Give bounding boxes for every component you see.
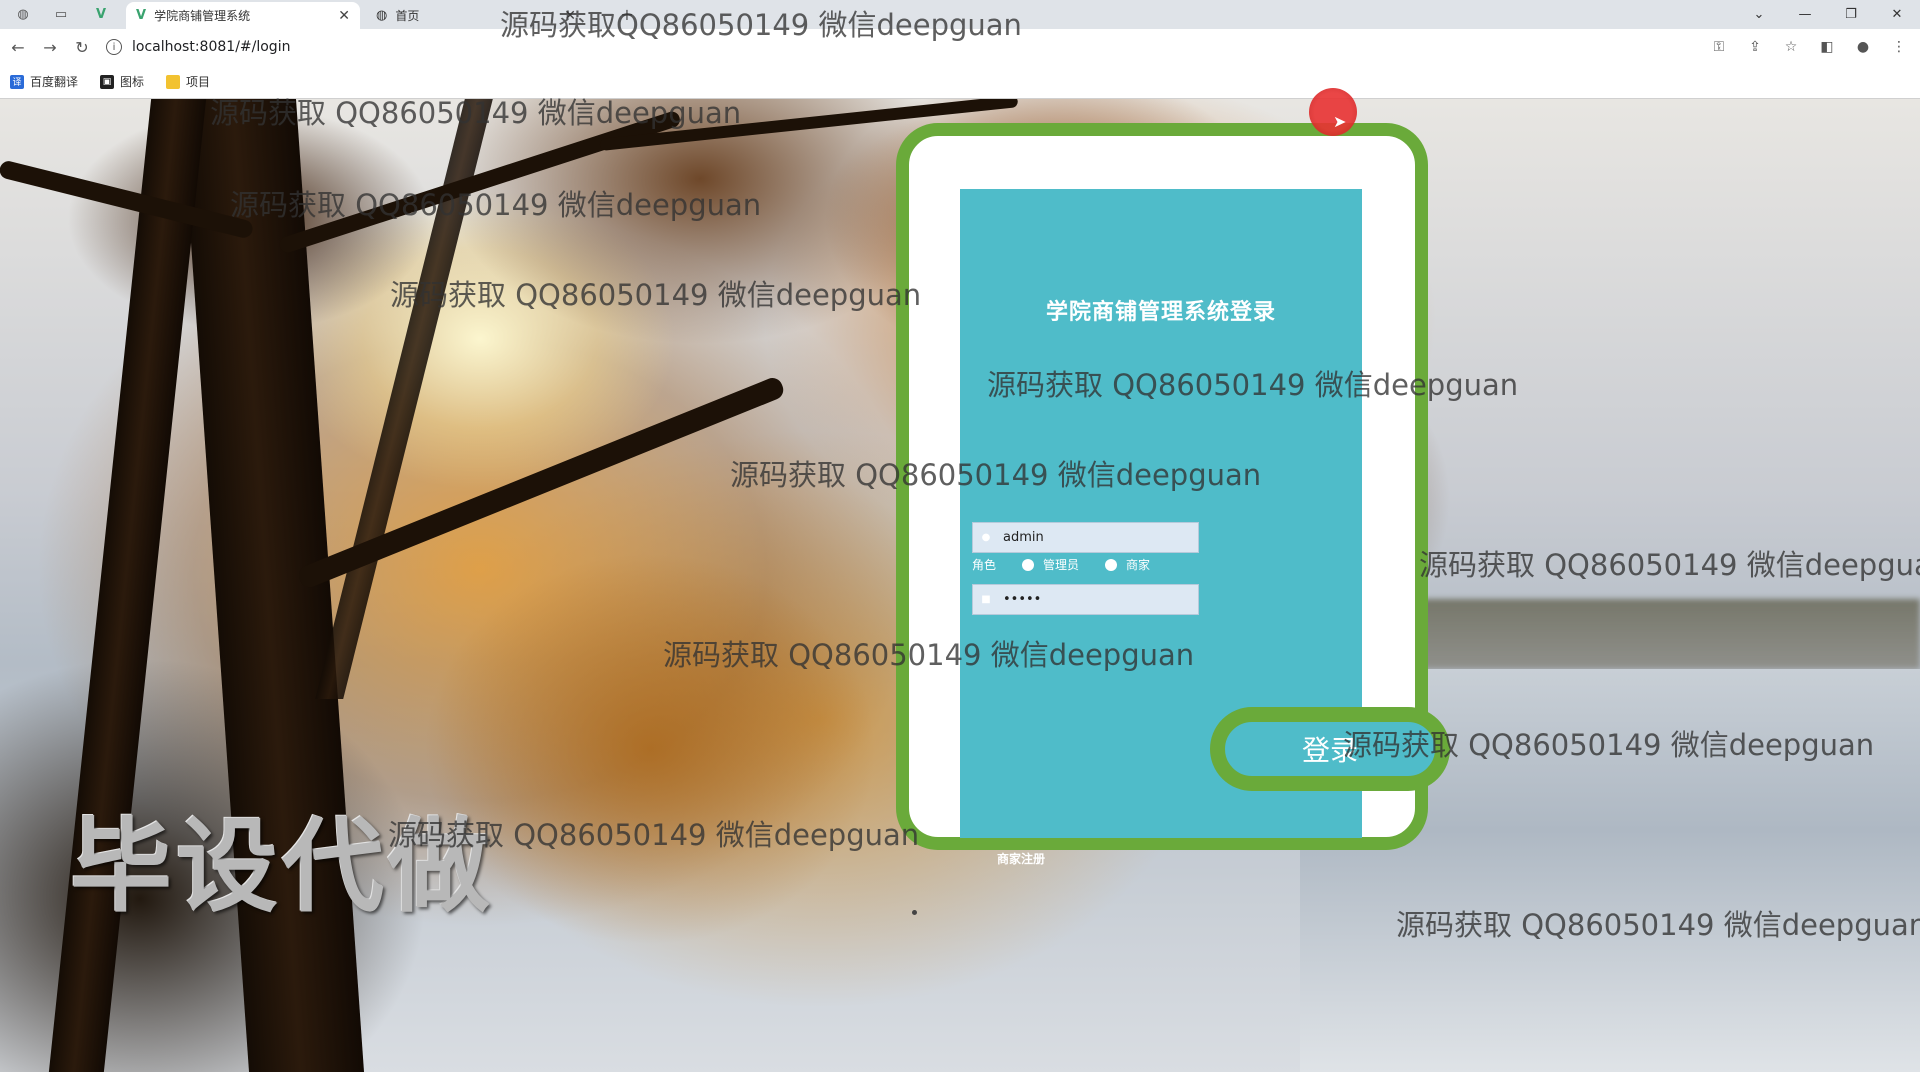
bookmark-label: 百度翻译: [30, 75, 79, 89]
password-input[interactable]: •••••: [1003, 592, 1041, 607]
tab-active[interactable]: V 学院商铺管理系统 ✕: [126, 2, 360, 29]
restore-icon[interactable]: ❐: [1828, 0, 1874, 29]
reload-icon[interactable]: ↻: [70, 36, 94, 58]
translate-icon: 译: [10, 74, 24, 89]
lock-icon: ■: [981, 594, 991, 605]
role-label: 角色: [972, 558, 997, 572]
login-button[interactable]: 登录: [1210, 707, 1450, 791]
globe-icon[interactable]: ◍: [10, 3, 36, 25]
site-info-icon[interactable]: i: [106, 39, 122, 55]
new-tab-icon[interactable]: +: [614, 3, 640, 25]
vue-logo-icon: V: [136, 8, 147, 23]
bookmark-item[interactable]: 项目: [166, 73, 210, 90]
role-option-admin[interactable]: 管理员: [1022, 556, 1079, 573]
tab-bar: ◍ ▭ V V 学院商铺管理系统 ✕ ◍ 首页 ✕ + ⌄ — ❐ ✕: [0, 0, 1920, 29]
decorative-dot: [912, 910, 917, 915]
address-bar: ← → ↻ i localhost:8081/#/login ⚿ ⇪ ☆ ◧ ●…: [0, 29, 1920, 65]
key-icon[interactable]: ⚿: [1708, 36, 1730, 58]
user-icon: ●: [981, 532, 991, 543]
close-window-icon[interactable]: ✕: [1874, 0, 1920, 29]
window-controls: ⌄ — ❐ ✕: [1736, 0, 1920, 29]
vue-logo-icon[interactable]: V: [88, 3, 114, 25]
login-title: 学院商铺管理系统登录: [1045, 300, 1276, 325]
url-text: localhost:8081/#/login: [132, 39, 291, 55]
image-icon: ▣: [100, 74, 115, 89]
radio-icon[interactable]: [1022, 558, 1035, 571]
password-field[interactable]: ■ •••••: [972, 584, 1199, 615]
folder-icon: [166, 74, 181, 89]
url-field[interactable]: i localhost:8081/#/login: [106, 34, 1486, 60]
toolbar-icons: ⚿ ⇪ ☆ ◧ ● ⋮: [1708, 36, 1910, 58]
star-icon[interactable]: ☆: [1780, 36, 1802, 58]
background-treeline: [1380, 599, 1920, 669]
bookmark-item[interactable]: ▣ 图标: [100, 73, 144, 90]
minimize-icon[interactable]: —: [1782, 0, 1828, 29]
tab-search-icon[interactable]: ⌄: [1736, 0, 1782, 29]
bookmark-label: 图标: [120, 75, 145, 89]
back-icon[interactable]: ←: [6, 36, 30, 58]
role-selector: 角色 管理员 商家: [972, 556, 1150, 573]
close-icon[interactable]: ✕: [564, 8, 576, 24]
profile-icon[interactable]: ●: [1852, 36, 1874, 58]
radio-icon[interactable]: [1105, 558, 1118, 571]
tab-title: 学院商铺管理系统: [154, 9, 251, 23]
globe-icon: ◍: [376, 8, 388, 23]
merchant-register-link[interactable]: 商家注册: [997, 850, 1045, 867]
cursor-arrow-icon: ➤: [1333, 112, 1347, 131]
role-option-label: 管理员: [1043, 558, 1080, 572]
blank-tab-icon[interactable]: ▭: [48, 3, 74, 25]
role-option-label: 商家: [1126, 558, 1151, 572]
username-input[interactable]: [1003, 530, 1183, 545]
menu-icon[interactable]: ⋮: [1888, 36, 1910, 58]
role-option-merchant[interactable]: 商家: [1105, 556, 1150, 573]
promo-big-text: 毕设代做: [70, 808, 494, 927]
forward-icon[interactable]: →: [38, 36, 62, 58]
username-field[interactable]: ●: [972, 522, 1199, 553]
tab-title: 首页: [395, 9, 420, 23]
bookmark-item[interactable]: 译 百度翻译: [10, 73, 78, 90]
close-icon[interactable]: ✕: [338, 8, 350, 24]
bookmark-label: 项目: [186, 75, 211, 89]
bookmarks-bar: 译 百度翻译 ▣ 图标 项目: [0, 65, 1920, 99]
sidebar-icon[interactable]: ◧: [1816, 36, 1838, 58]
tab-home[interactable]: ◍ 首页 ✕: [366, 2, 586, 29]
share-icon[interactable]: ⇪: [1744, 36, 1766, 58]
